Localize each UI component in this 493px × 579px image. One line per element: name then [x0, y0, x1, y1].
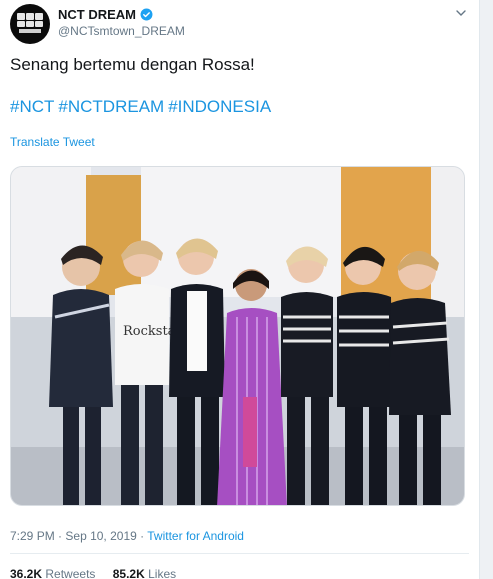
translate-tweet-link[interactable]: Translate Tweet [10, 135, 493, 149]
hashtag-link[interactable]: #INDONESIA [168, 97, 271, 116]
tweet-meta: 7:29 PM · Sep 10, 2019 · Twitter for And… [10, 529, 244, 543]
tweet-header: NCT DREAM @NCTsmtown_DREAM [10, 0, 493, 48]
retweets-count: 36.2K [10, 567, 43, 579]
tweet-stats: 36.2K Retweets 85.2K Likes [10, 567, 190, 579]
group-photo-image: Rockstar [11, 167, 464, 505]
retweets-label: Retweets [45, 567, 96, 579]
hashtag-list: #NCT #NCTDREAM #INDONESIA [10, 96, 493, 118]
avatar[interactable] [10, 4, 50, 44]
likes-label: Likes [148, 567, 177, 579]
display-name[interactable]: NCT DREAM [58, 7, 136, 22]
verified-badge-icon [140, 8, 153, 21]
user-handle[interactable]: @NCTsmtown_DREAM [58, 24, 185, 38]
tweet-photo[interactable]: Rockstar [10, 166, 465, 506]
divider [10, 553, 469, 554]
tweet-text: Senang bertemu dengan Rossa! [10, 55, 255, 74]
hashtag-link[interactable]: #NCT [10, 97, 54, 116]
scrollbar-track[interactable] [479, 0, 493, 579]
author-info: NCT DREAM @NCTsmtown_DREAM [58, 7, 185, 38]
likes-stat[interactable]: 85.2K Likes [113, 567, 176, 579]
nct-logo-icon [17, 13, 43, 27]
hashtag-link[interactable]: #NCTDREAM [58, 97, 164, 116]
tweet-time[interactable]: 7:29 PM [10, 529, 55, 543]
retweets-stat[interactable]: 36.2K Retweets [10, 567, 95, 579]
tweet-source-link[interactable]: Twitter for Android [147, 529, 244, 543]
tweet-card: NCT DREAM @NCTsmtown_DREAM Senang bertem… [0, 0, 493, 579]
tweet-date[interactable]: Sep 10, 2019 [65, 529, 136, 543]
chevron-down-icon[interactable] [455, 7, 467, 19]
likes-count: 85.2K [112, 567, 145, 579]
